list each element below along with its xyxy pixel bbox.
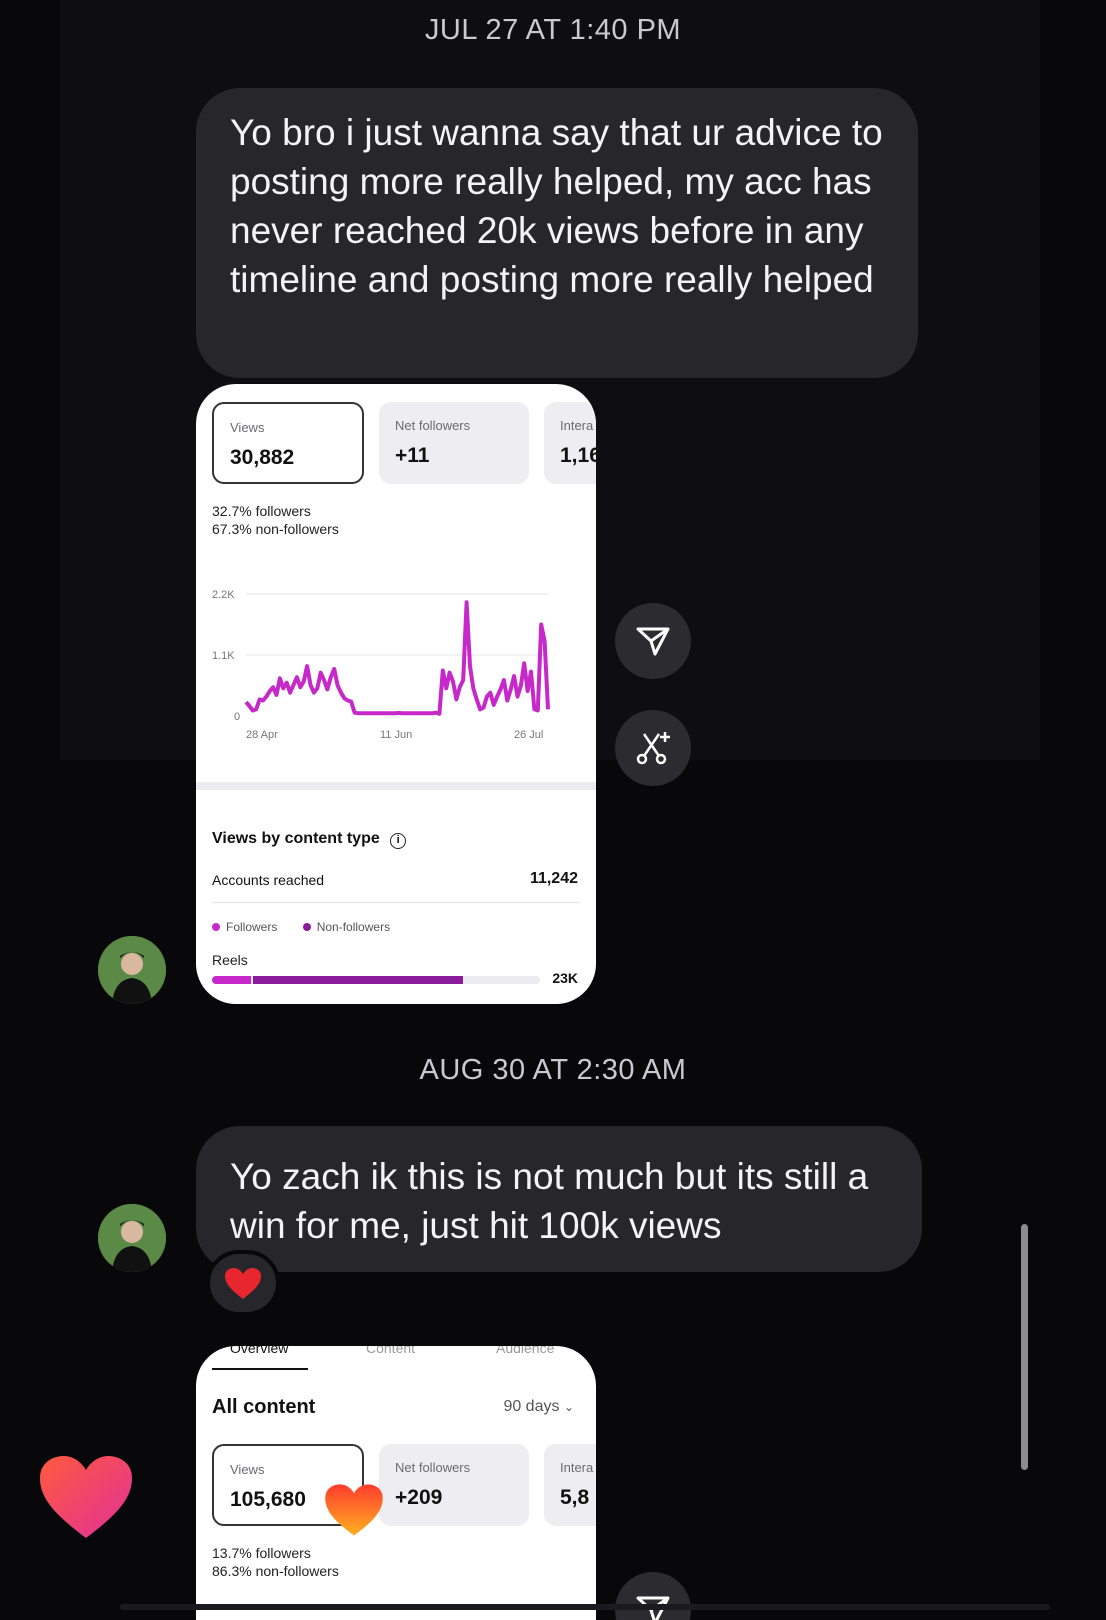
tab-audience[interactable]: Audience	[496, 1346, 554, 1356]
metric-label: Net followers	[395, 1460, 471, 1475]
avatar-icon	[98, 1204, 166, 1272]
section-title-text: Views by content type	[212, 830, 380, 847]
reels-followers-fill	[212, 976, 252, 984]
follower-split: 13.7% followers 86.3% non-followers	[212, 1544, 339, 1580]
legend-nonfollowers: Non-followers	[316, 920, 391, 934]
range-selector[interactable]: 90 days ⌄	[503, 1398, 574, 1416]
heart-icon	[325, 1484, 383, 1536]
section-title: Views by content type i	[212, 830, 407, 849]
avatar[interactable]	[98, 936, 166, 1004]
x-tick-label: 26 Jul	[514, 729, 543, 741]
nonfollowers-percent: 67.3% non-followers	[212, 521, 339, 537]
metric-net-followers: Net followers +11	[379, 402, 529, 484]
tab-overview[interactable]: Overview	[230, 1346, 288, 1356]
remix-icon	[636, 732, 670, 765]
divider	[196, 782, 596, 790]
metric-label: Views	[230, 420, 265, 435]
metric-value: +209	[395, 1486, 443, 1509]
range-label: 90 days	[503, 1398, 560, 1415]
y-tick-label: 1.1K	[212, 650, 235, 662]
divider	[212, 902, 580, 903]
reels-bar	[212, 976, 540, 984]
avatar-icon	[98, 936, 166, 1004]
dm-thread: JUL 27 AT 1:40 PM Yo bro i just wanna sa…	[0, 0, 1106, 1620]
x-tick-label: 11 Jun	[380, 729, 412, 741]
metric-value: 1,16	[560, 444, 596, 467]
heart-reaction-icon	[225, 1268, 261, 1299]
remix-button[interactable]	[615, 710, 691, 786]
views-series-line	[244, 600, 550, 716]
heart-icon	[40, 1456, 132, 1538]
scrollbar[interactable]	[1021, 1224, 1028, 1470]
share-button[interactable]	[615, 1572, 691, 1620]
tab-content[interactable]: Content	[366, 1346, 415, 1356]
metric-views: Views 30,882	[212, 402, 364, 484]
active-tab-indicator	[212, 1368, 308, 1370]
metric-label: Views	[230, 1462, 265, 1477]
timestamp: JUL 27 AT 1:40 PM	[424, 14, 682, 46]
metric-label: Intera	[560, 418, 594, 433]
nonfollowers-dot	[302, 923, 311, 931]
metric-value: +11	[395, 444, 430, 467]
metric-value: 5,8	[560, 1486, 590, 1509]
metric-label: Intera	[560, 1460, 594, 1475]
share-button[interactable]	[615, 603, 691, 679]
message-text: Yo zach ik this is not much but its stil…	[230, 1156, 869, 1246]
send-icon	[636, 627, 670, 656]
followers-percent: 13.7% followers	[212, 1545, 311, 1561]
message-bubble[interactable]: Yo bro i just wanna say that ur advice t…	[196, 88, 918, 378]
views-line-chart: 0 1.1K 2.2K 28 Apr 11 Jun 26 Jul	[212, 589, 550, 741]
x-tick-label: 28 Apr	[246, 729, 278, 741]
y-tick-label: 0	[234, 711, 240, 723]
metric-value: 105,680	[230, 1488, 306, 1511]
legend: Followers Non-followers	[212, 920, 390, 934]
followers-percent: 32.7% followers	[212, 503, 311, 519]
metric-interactions: Intera 1,16	[544, 402, 596, 484]
followers-dot	[212, 923, 220, 931]
metric-label: Net followers	[395, 418, 471, 433]
insights-screenshot[interactable]: Views 30,882 Net followers +11 Intera 1,…	[196, 384, 596, 1004]
reels-value: 23K	[552, 970, 578, 986]
insights-screenshot[interactable]: Overview Content Audience All content 90…	[196, 1346, 596, 1620]
reels-nonfollowers-fill	[253, 976, 464, 984]
nonfollowers-percent: 86.3% non-followers	[212, 1563, 339, 1579]
message-bubble[interactable]: Yo zach ik this is not much but its stil…	[196, 1126, 922, 1272]
info-icon[interactable]: i	[390, 833, 407, 849]
metric-value: 30,882	[230, 446, 295, 469]
follower-split: 32.7% followers 67.3% non-followers	[212, 502, 339, 538]
timestamp: AUG 30 AT 2:30 AM	[419, 1054, 687, 1086]
y-tick-label: 2.2K	[212, 589, 235, 601]
legend-followers: Followers	[226, 920, 278, 934]
reels-label: Reels	[212, 952, 248, 968]
accounts-reached-value: 11,242	[529, 870, 578, 887]
chevron-down-icon: ⌄	[563, 1400, 574, 1414]
reaction-badge[interactable]	[206, 1250, 280, 1316]
section-title: All content	[212, 1396, 316, 1418]
message-text: Yo bro i just wanna say that ur advice t…	[230, 112, 883, 300]
metric-interactions: Intera 5,8	[544, 1444, 596, 1526]
metric-net-followers: Net followers +209	[379, 1444, 529, 1526]
avatar[interactable]	[98, 1204, 166, 1272]
accounts-reached-label: Accounts reached	[212, 872, 325, 888]
composer-edge	[120, 1604, 1050, 1610]
